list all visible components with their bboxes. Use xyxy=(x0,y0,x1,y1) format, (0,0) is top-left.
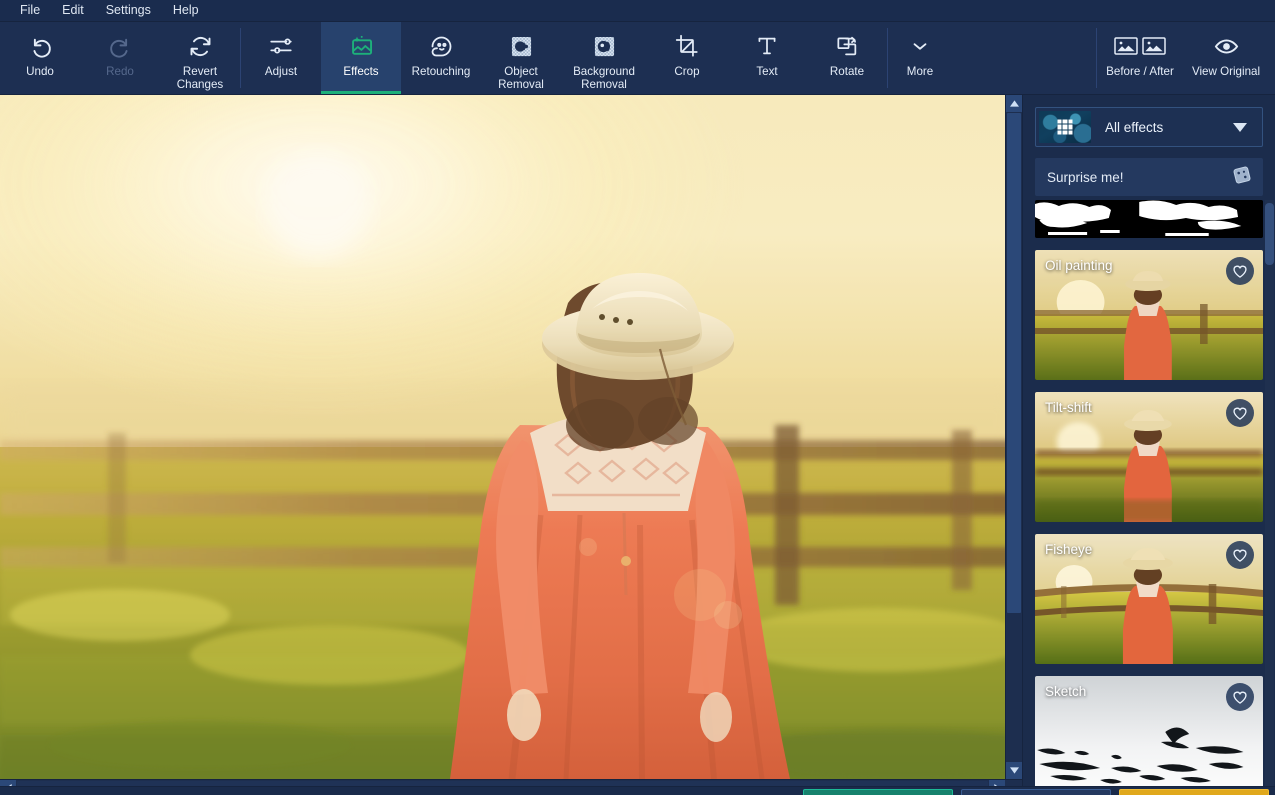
tool-crop[interactable]: Crop xyxy=(647,22,727,94)
redo-button[interactable]: Redo xyxy=(80,22,160,94)
redo-label: Redo xyxy=(106,65,134,78)
effects-photo-sparkle-icon xyxy=(348,31,375,61)
surprise-me-label: Surprise me! xyxy=(1047,170,1124,185)
heart-icon[interactable] xyxy=(1226,683,1254,711)
eye-icon xyxy=(1213,31,1240,61)
tool-text-label: Text xyxy=(756,65,777,78)
tool-adjust[interactable]: Adjust xyxy=(241,22,321,94)
effect-name: Sketch xyxy=(1045,684,1086,699)
effect-card[interactable]: Fisheye xyxy=(1035,534,1263,664)
grid-icon xyxy=(1058,120,1073,135)
view-original-button[interactable]: View Original xyxy=(1183,22,1269,94)
menu-item-settings[interactable]: Settings xyxy=(95,1,162,21)
revert-changes-button[interactable]: Revert Changes xyxy=(160,22,240,94)
object-removal-icon xyxy=(508,31,535,61)
crop-icon xyxy=(674,31,700,61)
effects-category-value: All effects xyxy=(1091,120,1233,135)
canvas-vertical-scrollbar[interactable] xyxy=(1005,95,1022,779)
before-after-button[interactable]: Before / After xyxy=(1097,22,1183,94)
canvas-vertical-scroll-thumb[interactable] xyxy=(1007,113,1021,613)
photo-artwork xyxy=(0,95,1022,779)
effect-card[interactable]: Oil painting xyxy=(1035,250,1263,380)
effect-card[interactable]: Sketch xyxy=(1035,676,1263,795)
scroll-up-arrow-icon[interactable] xyxy=(1006,95,1022,112)
background-removal-icon xyxy=(591,31,618,61)
effect-name: Oil painting xyxy=(1045,258,1113,273)
toolbar-history-group: Undo Redo Revert Changes xyxy=(0,22,240,94)
effects-panel-scrollbar[interactable] xyxy=(1265,200,1274,795)
redo-arrow-icon xyxy=(107,31,134,61)
effect-thumbnail xyxy=(1035,200,1263,238)
heart-icon[interactable] xyxy=(1226,257,1254,285)
tool-background-removal[interactable]: Background Removal xyxy=(561,22,647,94)
menu-item-edit[interactable]: Edit xyxy=(51,1,95,21)
effect-name: Fisheye xyxy=(1045,542,1092,557)
effects-category-thumbnail xyxy=(1039,111,1091,143)
chevron-down-icon[interactable] xyxy=(1233,123,1259,132)
surprise-me-button[interactable]: Surprise me! xyxy=(1035,158,1263,196)
tool-background-removal-label: Background Removal xyxy=(565,65,643,91)
tool-retouching[interactable]: Retouching xyxy=(401,22,481,94)
main-toolbar: Undo Redo Revert Changes xyxy=(0,22,1275,95)
effect-name: Tilt-shift xyxy=(1045,400,1092,415)
heart-icon[interactable] xyxy=(1226,399,1254,427)
before-after-label: Before / After xyxy=(1106,65,1174,78)
view-original-label: View Original xyxy=(1192,65,1260,78)
rotate-icon xyxy=(834,31,860,61)
menu-item-file[interactable]: File xyxy=(9,1,51,21)
sliders-icon xyxy=(268,31,294,61)
tool-adjust-label: Adjust xyxy=(265,65,297,78)
undo-button[interactable]: Undo xyxy=(0,22,80,94)
dice-icon xyxy=(1230,163,1254,192)
image-canvas[interactable] xyxy=(0,95,1022,795)
export-button[interactable]: Export xyxy=(1119,789,1269,795)
tool-retouching-label: Retouching xyxy=(412,65,471,78)
heart-icon[interactable] xyxy=(1226,541,1254,569)
share-button[interactable]: Share xyxy=(803,789,953,795)
tool-object-removal[interactable]: Object Removal xyxy=(481,22,561,94)
before-after-icon xyxy=(1114,31,1166,61)
menu-item-help[interactable]: Help xyxy=(162,1,210,21)
toolbar-spacer xyxy=(952,22,1096,94)
tool-effects-label: Effects xyxy=(343,65,378,78)
undo-label: Undo xyxy=(26,65,54,78)
effect-card[interactable] xyxy=(1035,200,1263,238)
effects-panel-header: All effects Surprise me! xyxy=(1023,95,1275,196)
tool-more-label: More xyxy=(907,65,933,78)
tool-rotate[interactable]: Rotate xyxy=(807,22,887,94)
effects-list[interactable]: Oil painting xyxy=(1023,200,1275,795)
scroll-down-arrow-icon[interactable] xyxy=(1006,762,1022,779)
toolbar-view-group: Before / After View Original xyxy=(1097,22,1275,94)
toolbar-tools-group: Adjust Effects xyxy=(241,22,952,94)
tool-text[interactable]: Text xyxy=(727,22,807,94)
effects-panel: All effects Surprise me! xyxy=(1022,95,1275,795)
main-area: All effects Surprise me! xyxy=(0,95,1275,795)
text-t-icon xyxy=(754,31,780,61)
revert-changes-label: Revert Changes xyxy=(161,65,239,91)
tool-object-removal-label: Object Removal xyxy=(482,65,560,91)
effect-card[interactable]: Tilt-shift xyxy=(1035,392,1263,522)
save-button[interactable]: Save xyxy=(961,789,1111,795)
effects-category-select[interactable]: All effects xyxy=(1035,107,1263,147)
tool-rotate-label: Rotate xyxy=(830,65,864,78)
revert-refresh-icon xyxy=(187,31,214,61)
effects-panel-scroll-thumb[interactable] xyxy=(1265,203,1274,265)
tool-crop-label: Crop xyxy=(674,65,699,78)
face-retouch-icon xyxy=(428,31,455,61)
menu-bar: File Edit Settings Help xyxy=(0,0,1275,22)
bottom-action-bar: Share Save Export xyxy=(0,786,1275,795)
edited-photo xyxy=(0,95,1022,779)
chevron-down-icon xyxy=(909,31,931,61)
tool-effects[interactable]: Effects xyxy=(321,22,401,94)
undo-arrow-icon xyxy=(27,31,54,61)
tool-more[interactable]: More xyxy=(888,22,952,94)
